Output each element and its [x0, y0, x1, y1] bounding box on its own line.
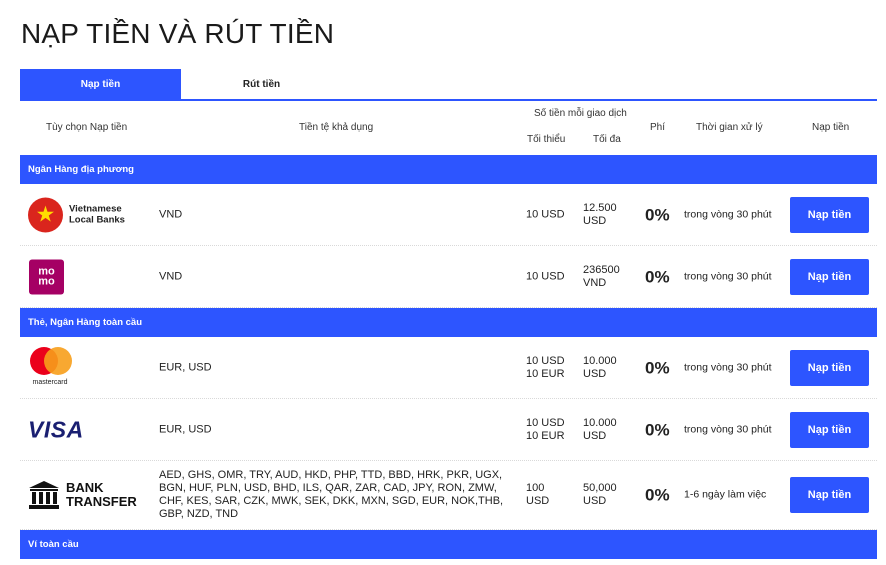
max-cell: 236500 VND: [583, 264, 620, 290]
max-unit: USD: [583, 214, 607, 227]
deposit-button[interactable]: Nạp tiền: [790, 477, 869, 513]
header-fee: Phí: [650, 122, 666, 133]
max-unit: VND: [583, 276, 607, 289]
header-action: Nạp tiền: [812, 122, 850, 133]
min-value: 10 USD: [526, 208, 565, 220]
time-cell: trong vòng 30 phút: [684, 361, 772, 373]
bank-logo-line2: TRANSFER: [66, 494, 137, 509]
table-header: Tùy chọn Nạp tiền Tiền tệ khả dụng Số ti…: [20, 101, 877, 155]
tab-bar: Nạp tiền Rút tiền: [20, 69, 877, 101]
max-cell: 12.500 USD: [583, 202, 617, 228]
max-cell: 50,000 USD: [583, 482, 617, 508]
currency-cell: AED, GHS, OMR, TRY, AUD, HKD, PHP, TTD, …: [159, 469, 504, 520]
min-unit: USD: [526, 495, 550, 507]
fee-cell: 0%: [645, 267, 670, 286]
max-value: 50,000: [583, 482, 617, 494]
header-option: Tùy chọn Nạp tiền: [46, 122, 128, 133]
max-unit: USD: [583, 429, 607, 442]
time-cell: trong vòng 30 phút: [684, 208, 772, 220]
max-cell: 10.000 USD: [583, 417, 617, 443]
bank-building-icon: [29, 481, 59, 509]
min-cell: 100 USD: [526, 482, 549, 508]
visa-logo: VISA: [28, 416, 84, 442]
max-value: 10.000: [583, 416, 617, 429]
section-local-banks: Ngân Hàng địa phương: [20, 155, 877, 184]
tab-deposit[interactable]: Nạp tiền: [20, 69, 181, 99]
fee-cell: 0%: [645, 205, 670, 224]
max-value: 12.500: [583, 201, 617, 214]
header-currency: Tiền tệ khả dụng: [299, 122, 374, 133]
time-cell: trong vòng 30 phút: [684, 423, 772, 435]
fee-cell: 0%: [645, 358, 670, 377]
max-cell: 10.000 USD: [583, 355, 617, 381]
time-cell: trong vòng 30 phút: [684, 270, 772, 282]
momo-logo-line1: mo: [38, 265, 55, 278]
fee-cell: 0%: [645, 420, 670, 439]
mastercard-logo: mastercard: [28, 346, 72, 389]
min-value: 10 USD: [526, 354, 565, 367]
currency-cell: EUR, USD: [159, 361, 212, 373]
vietnam-flag-star-icon: ★: [28, 197, 63, 232]
max-unit: USD: [583, 367, 607, 380]
fee-cell: 0%: [645, 485, 670, 505]
momo-logo: mo mo: [28, 259, 64, 294]
min-value: 10 USD: [526, 416, 565, 429]
min-value: 100: [526, 482, 545, 494]
min-value: 10 USD: [526, 270, 565, 282]
min-cell: 10 USD 10 EUR: [526, 355, 565, 381]
table-row: VISA EUR, USD 10 USD 10 EUR 10.000 USD 0% …: [20, 399, 877, 461]
header-time: Thời gian xử lý: [696, 122, 763, 133]
currency-cell: VND: [159, 270, 183, 282]
table-row: BANK TRANSFER AED, GHS, OMR, TRY, AUD, H…: [20, 461, 877, 530]
header-amount: Số tiền mỗi giao dịch: [534, 108, 627, 119]
max-value: 10.000: [583, 354, 617, 367]
deposit-button[interactable]: Nạp tiền: [790, 349, 869, 386]
table-row: ★ Vietnamese Local Banks VND 10 USD 12.5…: [20, 184, 877, 246]
min-cell: 10 USD: [526, 208, 565, 221]
currency-cell: EUR, USD: [159, 423, 212, 435]
bank-logo-line1: BANK: [66, 480, 104, 495]
deposit-button[interactable]: Nạp tiền: [790, 411, 869, 448]
time-cell: 1-6 ngày làm việc: [684, 488, 767, 501]
deposit-button[interactable]: Nạp tiền: [790, 258, 869, 295]
table-row: mo mo VND 10 USD 236500 VND 0% trong vòng…: [20, 246, 877, 308]
vn-logo-line1: Vietnamese: [69, 203, 122, 215]
header-max: Tối đa: [593, 134, 621, 145]
vn-logo-line2: Local Banks: [69, 214, 125, 226]
min-cell: 10 USD: [526, 270, 565, 283]
currency-cell: VND: [159, 208, 183, 220]
momo-logo-line2: mo: [38, 275, 55, 288]
deposit-button[interactable]: Nạp tiền: [790, 196, 869, 233]
tab-withdraw[interactable]: Rút tiền: [181, 69, 342, 99]
section-global-cards: Thẻ, Ngân Hàng toàn cầu: [20, 308, 877, 337]
min-value-2: 10 EUR: [526, 367, 565, 380]
bank-transfer-logo: BANK TRANSFER: [28, 480, 137, 510]
max-value: 236500: [583, 263, 620, 276]
min-value-2: 10 EUR: [526, 429, 565, 442]
table-row: mastercard EUR, USD 10 USD 10 EUR 10.000 U…: [20, 337, 877, 399]
mastercard-wordmark: mastercard: [32, 378, 68, 386]
section-global-wallets: Ví toàn cầu: [20, 530, 877, 559]
max-unit: USD: [583, 495, 607, 507]
header-min: Tối thiểu: [527, 134, 566, 145]
min-cell: 10 USD 10 EUR: [526, 417, 565, 443]
vn-banks-logo: ★ Vietnamese Local Banks: [28, 197, 125, 232]
page-title: NẠP TIỀN VÀ RÚT TIỀN: [21, 18, 335, 49]
